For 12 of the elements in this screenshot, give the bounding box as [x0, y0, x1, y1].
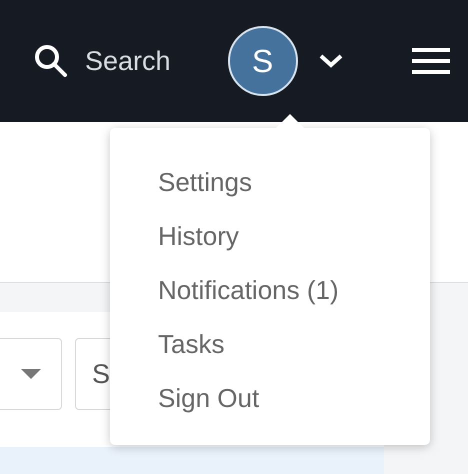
- menu-item[interactable]: Sign Out: [110, 371, 430, 425]
- search-button[interactable]: Search: [33, 43, 171, 79]
- menu-item[interactable]: Tasks: [110, 317, 430, 371]
- menu-icon[interactable]: [412, 47, 450, 75]
- menu-item[interactable]: Notifications (1): [110, 263, 430, 317]
- search-icon: [33, 43, 69, 79]
- dropdown-field[interactable]: [0, 338, 62, 410]
- menu-item[interactable]: History: [110, 209, 430, 263]
- caret-icon: [21, 369, 41, 379]
- user-avatar[interactable]: S: [228, 26, 298, 96]
- chevron-down-icon[interactable]: [318, 53, 344, 69]
- menu-item[interactable]: Settings: [110, 155, 430, 209]
